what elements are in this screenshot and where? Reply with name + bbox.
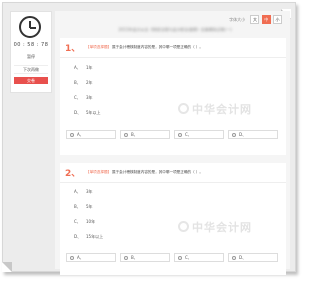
watermark: 中华会计网 [192,221,252,234]
font-size-label: 字体大小 [229,17,246,22]
question-type: 【单项选择题】 [86,45,112,49]
answer-choice-a[interactable]: A、 [66,253,116,262]
question-area: 字体大小 大 中 小 2015年会计从业《财经法规与会计职业道德》全真模拟试卷(… [55,11,290,275]
watermark-logo [178,103,189,114]
radio-icon[interactable] [232,256,236,260]
option-item: A、 3年 [74,189,93,194]
radio-icon[interactable] [232,133,236,137]
radio-icon[interactable] [124,133,128,137]
font-large-button[interactable]: 大 [250,15,260,24]
answer-row: A、 B、 C、 D、 [66,130,280,141]
question-type: 【单项选择题】 [86,170,112,174]
radio-icon[interactable] [70,133,74,137]
page-title: 2015年会计从业《财经法规与会计职业道德》全真模拟试卷(一) [118,27,232,32]
left-panel: 00 : 58 : 78 暂停 下次再做 交卷 [10,11,52,93]
answer-choice-b[interactable]: B、 [120,130,170,139]
answer-choice-c[interactable]: C、 [174,253,224,262]
submit-button[interactable]: 交卷 [14,77,48,84]
answer-choice-d[interactable]: D、 [228,253,278,262]
font-size-toolbar: 字体大小 大 中 小 [229,15,282,24]
option-item: C、 10年 [74,219,96,224]
watermark-logo [178,221,189,232]
font-small-button[interactable]: 小 [273,15,282,24]
question-text: 属于会计稽核制度内容的是，其中哪一项是正确的（ ）。 [112,45,203,49]
radio-icon[interactable] [124,256,128,260]
radio-icon[interactable] [70,256,74,260]
option-item: C、 3年 [74,95,93,100]
pause-button[interactable]: 暂停 [14,53,48,60]
option-item: B、 5年 [74,204,93,209]
question-header: 1、 【单项选择题】 属于会计稽核制度内容的是，其中哪一项是正确的（ ）。 [60,38,286,58]
question-header: 2、 【单项选择题】 属于会计稽核制度内容的是，其中哪一项是正确的（ ）。 [60,163,286,183]
radio-icon[interactable] [178,256,182,260]
radio-icon[interactable] [178,133,182,137]
answer-row: A、 B、 C、 D、 [66,253,280,264]
option-item: D、 5年以上 [74,110,101,115]
question-number: 1、 [65,44,81,54]
question-card: 1、 【单项选择题】 属于会计稽核制度内容的是，其中哪一项是正确的（ ）。 A、… [60,38,286,155]
app-frame: 00 : 58 : 78 暂停 下次再做 交卷 字体大小 大 中 小 2015年… [2,2,296,275]
question-number: 2、 [65,169,81,179]
option-item: D、 15年以上 [74,234,104,239]
answer-choice-b[interactable]: B、 [120,253,170,262]
font-medium-button[interactable]: 中 [261,15,271,24]
watermark: 中华会计网 [192,103,252,116]
resume-later-button[interactable]: 下次再做 [14,65,48,74]
question-card: 2、 【单项选择题】 属于会计稽核制度内容的是，其中哪一项是正确的（ ）。 A、… [60,163,286,275]
answer-choice-a[interactable]: A、 [66,130,116,139]
answer-choice-d[interactable]: D、 [228,130,278,139]
answer-choice-c[interactable]: C、 [174,130,224,139]
question-text: 属于会计稽核制度内容的是，其中哪一项是正确的（ ）。 [112,170,203,174]
countdown-timer: 00 : 58 : 78 [13,42,49,48]
option-item: B、 2年 [74,80,93,85]
option-item: A、 1年 [74,65,93,70]
page-curl-bottom [2,262,12,272]
clock-icon [19,16,41,38]
